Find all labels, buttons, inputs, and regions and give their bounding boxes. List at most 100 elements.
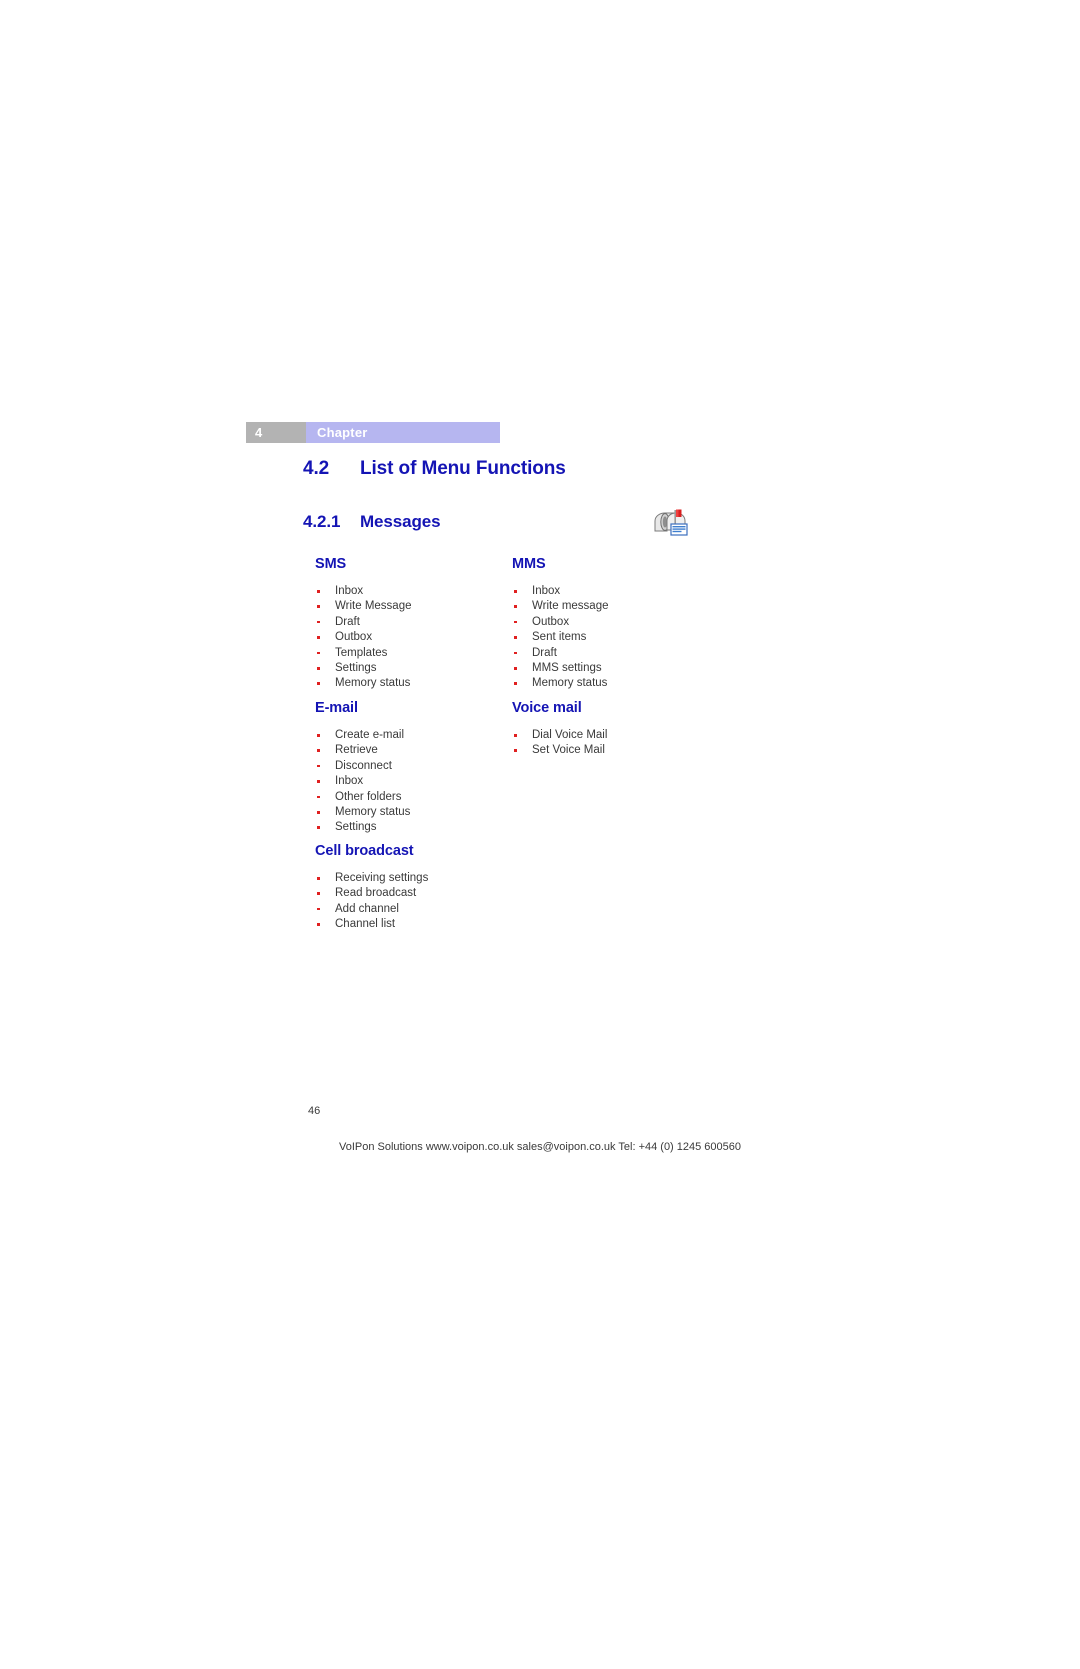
list-item-label: Memory status: [532, 677, 608, 690]
menu-column-right-1: MMS Inbox Write message Outbox Sent item…: [512, 556, 712, 692]
footer-contact-line: VoIPon Solutions www.voipon.co.uk sales@…: [338, 1141, 742, 1153]
list-item-label: Other folders: [335, 790, 402, 803]
list-item-label: Receiving settings: [335, 872, 429, 884]
bullet-icon: [317, 590, 320, 593]
list-item-label: Draft: [335, 615, 360, 628]
bullet-icon: [514, 620, 517, 624]
list-item: Inbox: [315, 584, 515, 599]
list-item: Add channel: [315, 902, 515, 917]
menu-group-heading: Voice mail: [512, 700, 582, 716]
bullet-icon: [317, 923, 320, 926]
chapter-label: Chapter: [306, 422, 500, 443]
list-item-label: Inbox: [335, 585, 364, 597]
menu-group-mms: MMS Inbox Write message Outbox Sent item…: [512, 556, 712, 692]
menu-group-heading: Cell broadcast: [315, 843, 414, 859]
list-item: Dial Voice Mail: [512, 728, 712, 743]
menu-column-left-2: E-mail Create e-mail Retrieve Disconnect…: [315, 700, 515, 836]
section-heading-4-2: 4.2 List of Menu Functions: [303, 458, 566, 480]
menu-group-cell-broadcast: Cell broadcast Receiving settings Read b…: [315, 843, 515, 933]
bullet-icon: [514, 605, 517, 608]
section-title-4-2: List of Menu Functions: [360, 458, 566, 479]
list-item-label: Templates: [335, 646, 388, 659]
bullet-icon: [514, 651, 517, 655]
list-item-label: Write Message: [335, 600, 412, 613]
document-page: 4 Chapter 4.2 List of Menu Functions 4.2.…: [0, 0, 1080, 1669]
menu-group-voice-mail: Voice mail Dial Voice Mail Set Voice Mai…: [512, 700, 712, 759]
section-title-4-2-1: Messages: [360, 512, 441, 531]
bullet-icon: [317, 605, 320, 608]
list-item-label: Channel list: [335, 918, 396, 931]
menu-group-heading: E-mail: [315, 700, 358, 716]
list-item: Settings: [315, 820, 515, 835]
list-item-label: Disconnect: [335, 759, 392, 772]
bullet-icon: [514, 590, 517, 593]
bullet-icon: [317, 651, 320, 655]
list-item: Memory status: [315, 805, 515, 820]
list-item-label: Settings: [335, 821, 377, 834]
list-item-label: Sent items: [532, 631, 587, 644]
menu-group-heading: SMS: [315, 556, 347, 572]
list-item: Memory status: [512, 676, 712, 691]
list-item: Channel list: [315, 917, 515, 932]
page-number: 46: [308, 1105, 321, 1117]
menu-item-list: Dial Voice Mail Set Voice Mail: [512, 728, 712, 759]
list-item-label: Draft: [532, 646, 557, 659]
list-item: Inbox: [512, 584, 712, 599]
menu-column-right-2: Voice mail Dial Voice Mail Set Voice Mai…: [512, 700, 712, 759]
list-item-label: Outbox: [335, 631, 373, 644]
bullet-icon: [317, 907, 320, 911]
list-item-label: Inbox: [532, 585, 561, 597]
list-item: Set Voice Mail: [512, 743, 712, 758]
list-item: Outbox: [512, 615, 712, 630]
menu-item-list: Inbox Write Message Draft Outbox Templat…: [315, 584, 515, 692]
list-item: Draft: [512, 646, 712, 661]
list-item: Outbox: [315, 630, 515, 645]
list-item: Receiving settings: [315, 871, 515, 886]
bullet-icon: [514, 749, 517, 752]
menu-column-left-1: SMS Inbox Write Message Draft Outbox Tem…: [315, 556, 515, 692]
bullet-icon: [317, 826, 320, 829]
bullet-icon: [514, 636, 517, 639]
list-item: Memory status: [315, 676, 515, 691]
list-item: Inbox: [315, 774, 515, 789]
bullet-icon: [317, 795, 320, 799]
bullet-icon: [317, 811, 320, 814]
list-item-label: Memory status: [335, 677, 411, 690]
list-item: Read broadcast: [315, 886, 515, 901]
section-number-4-2: 4.2: [303, 458, 330, 479]
bullet-icon: [317, 749, 320, 752]
bullet-icon: [317, 764, 320, 768]
menu-item-list: Create e-mail Retrieve Disconnect Inbox …: [315, 728, 515, 836]
bullet-icon: [514, 682, 517, 685]
bullet-icon: [317, 667, 320, 670]
menu-group-email: E-mail Create e-mail Retrieve Disconnect…: [315, 700, 515, 836]
list-item: Settings: [315, 661, 515, 676]
list-item: Templates: [315, 646, 515, 661]
list-item-label: Add channel: [335, 902, 399, 915]
list-item-label: Set Voice Mail: [532, 744, 605, 757]
chapter-header-bar: 4 Chapter: [246, 422, 500, 443]
list-item-label: Inbox: [335, 775, 364, 788]
list-item: Draft: [315, 615, 515, 630]
bullet-icon: [317, 620, 320, 624]
bullet-icon: [317, 734, 320, 737]
chapter-number: 4: [246, 422, 306, 443]
list-item-label: Outbox: [532, 615, 570, 628]
section-heading-4-2-1: 4.2.1 Messages: [303, 512, 441, 532]
list-item-label: MMS settings: [532, 662, 602, 675]
list-item-label: Read broadcast: [335, 887, 417, 900]
bullet-icon: [317, 636, 320, 639]
menu-group-sms: SMS Inbox Write Message Draft Outbox Tem…: [315, 556, 515, 692]
list-item: MMS settings: [512, 661, 712, 676]
section-number-4-2-1: 4.2.1: [303, 512, 341, 531]
list-item: Disconnect: [315, 759, 515, 774]
menu-item-list: Inbox Write message Outbox Sent items Dr…: [512, 584, 712, 692]
list-item-label: Write message: [532, 600, 609, 613]
list-item-label: Create e-mail: [335, 729, 405, 741]
menu-item-list: Receiving settings Read broadcast Add ch…: [315, 871, 515, 933]
list-item-label: Memory status: [335, 806, 411, 819]
bullet-icon: [514, 667, 517, 670]
list-item-label: Settings: [335, 662, 377, 675]
list-item: Sent items: [512, 630, 712, 645]
list-item-label: Dial Voice Mail: [532, 729, 608, 741]
